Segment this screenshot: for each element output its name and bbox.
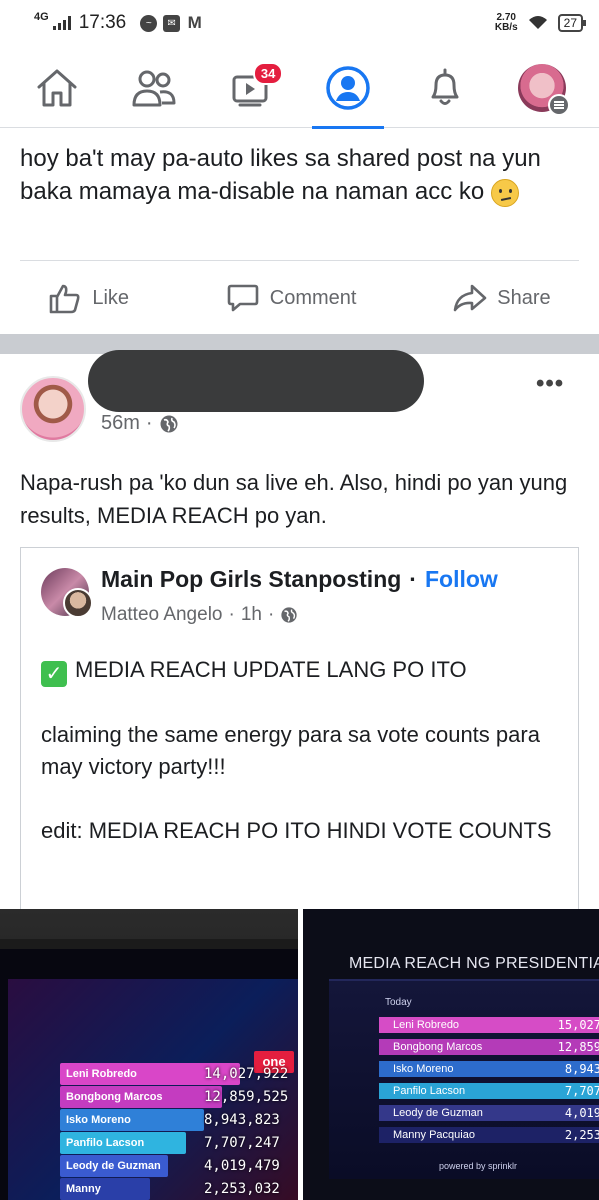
wifi-icon	[528, 16, 547, 29]
network-speed: 2.70 KB/s	[494, 12, 518, 33]
candidate-value: 4,019,479	[204, 1158, 280, 1174]
candidate-value: 7,707	[564, 1084, 599, 1098]
tv-frame: one Leni Robredo 14,027,922 Bongbong Marco…	[0, 939, 298, 1200]
candidate-bar: Isko Moreno 8,943	[379, 1061, 599, 1077]
divider	[20, 260, 579, 261]
page-name[interactable]: Main Pop Girls Stanposting	[101, 566, 401, 592]
candidate-bar: Panfilo Lacson 7,707	[379, 1083, 599, 1099]
share-button[interactable]: Share	[437, 276, 566, 320]
post-text: Napa-rush pa 'ko dun sa live eh. Also, h…	[20, 470, 568, 528]
gmail-icon: M	[187, 13, 202, 32]
candidate-value: 14,027,922	[204, 1066, 289, 1082]
nav-profile[interactable]	[308, 48, 388, 129]
candidate-bar: Manny Pacquiao	[60, 1178, 150, 1200]
nav-notifications[interactable]	[405, 48, 485, 128]
shared-post[interactable]: Main Pop Girls Stanposting · Follow Matteo…	[20, 547, 579, 917]
candidate-value: 2,253,032	[204, 1181, 280, 1197]
author-name[interactable]: Matteo Angelo	[101, 604, 222, 626]
candidate-bar: Leni Robredo 15,027	[379, 1017, 599, 1033]
network-type: 4G	[34, 11, 49, 23]
globe-icon	[160, 415, 178, 432]
nav-friends[interactable]	[114, 48, 194, 128]
more-options-icon[interactable]: •••	[536, 370, 564, 398]
menu-icon	[548, 93, 571, 116]
candidate-bar: Panfilo Lacson	[60, 1132, 186, 1154]
photo-tv-left[interactable]: one Leni Robredo 14,027,922 Bongbong Marco…	[0, 909, 298, 1200]
friends-icon	[132, 70, 176, 106]
clock: 17:36	[78, 12, 127, 33]
nav-menu[interactable]	[502, 48, 582, 128]
candidate-value: 8,943,823	[204, 1112, 280, 1128]
battery-icon: 27	[557, 14, 587, 32]
panel-label: Today	[385, 997, 412, 1008]
candidate-value: 8,943	[564, 1062, 599, 1076]
confused-emoji-icon	[490, 178, 519, 207]
bell-icon	[431, 68, 459, 105]
post-meta: 56m ·	[101, 412, 179, 435]
candidate-value: 2,253	[564, 1128, 599, 1142]
author-avatar[interactable]	[63, 588, 93, 618]
status-bar: 4G 17:36 ~ ✉ M 2.70 KB/s 27	[0, 0, 599, 46]
like-button[interactable]: Like	[32, 276, 145, 320]
candidate-bar: Bongbong Marcos	[60, 1086, 222, 1108]
broadcast-title: MEDIA REACH NG PRESIDENTIAB	[349, 955, 599, 972]
avatar	[518, 63, 571, 116]
profile-icon	[326, 65, 370, 110]
candidate-value: 15,027	[557, 1018, 599, 1032]
notification-badge: 34	[252, 61, 284, 85]
share-icon	[453, 284, 487, 312]
candidate-value: 12,859,525	[204, 1089, 289, 1105]
check-mark-icon: ✓	[41, 661, 67, 687]
comment-icon	[227, 284, 259, 312]
tv-screen: one Leni Robredo 14,027,922 Bongbong Marco…	[8, 979, 298, 1200]
candidate-value: 12,859	[557, 1040, 599, 1054]
messenger-icon: ~	[140, 14, 158, 32]
signal-icon	[52, 16, 71, 30]
mail-icon: ✉	[163, 14, 181, 32]
shared-post-meta: Matteo Angelo · 1h ·	[101, 604, 298, 626]
top-nav: 34	[0, 48, 599, 129]
post-text: hoy ba't may pa-auto likes sa shared pos…	[20, 145, 541, 207]
candidate-value: 4,019	[564, 1106, 599, 1120]
nav-watch[interactable]: 34	[211, 48, 291, 128]
post-actions: Like Comment Share	[0, 272, 599, 324]
photo-tv-right[interactable]: MEDIA REACH NG PRESIDENTIAB Today Leni R…	[303, 909, 599, 1200]
candidate-bar: Bongbong Marcos 12,859	[379, 1039, 599, 1055]
like-icon	[50, 284, 80, 314]
candidate-bar: Isko Moreno	[60, 1109, 204, 1131]
shared-post-body: ✓ MEDIA REACH UPDATE LANG PO ITO claiming…	[41, 657, 552, 843]
candidate-bar: Manny Pacquiao 2,253	[379, 1127, 599, 1143]
shared-post-header: Main Pop Girls Stanposting · Follow	[101, 566, 498, 592]
home-icon	[37, 69, 77, 106]
candidate-bar: Leody de Guzman	[60, 1155, 168, 1177]
comment-button[interactable]: Comment	[210, 276, 373, 320]
post-author-avatar[interactable]	[20, 376, 86, 442]
powered-by: powered by sprinklr	[439, 1161, 518, 1171]
globe-icon	[281, 607, 297, 623]
follow-button[interactable]: Follow	[425, 566, 498, 592]
redacted-author-name	[88, 350, 424, 412]
candidate-value: 7,707,247	[204, 1135, 280, 1151]
broadcast-panel: Today Leni Robredo 15,027 Bongbong Marcos 1…	[329, 979, 599, 1179]
nav-home[interactable]	[17, 48, 97, 128]
candidate-bar: Leody de Guzman 4,019	[379, 1105, 599, 1121]
